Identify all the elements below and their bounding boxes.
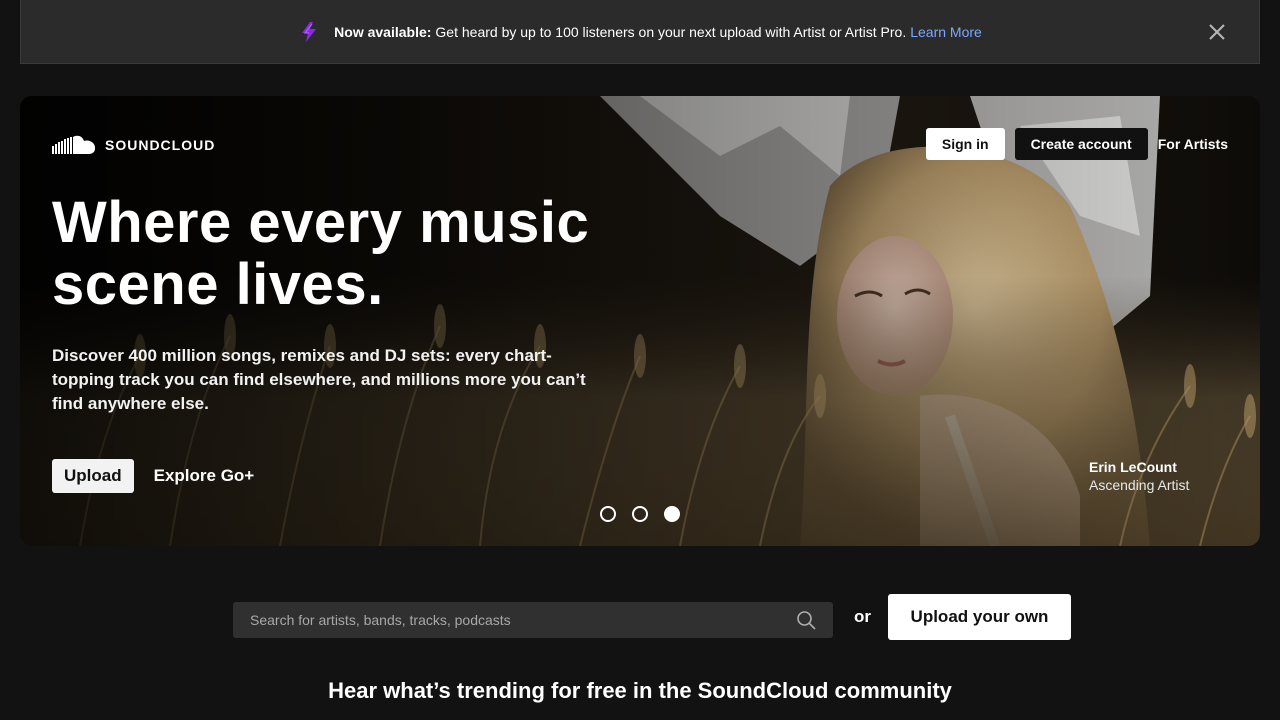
- carousel-dot[interactable]: [632, 506, 648, 522]
- credit-artist-role: Ascending Artist: [1089, 477, 1190, 493]
- sign-in-button[interactable]: Sign in: [925, 128, 1005, 160]
- logo-text: SOUNDCLOUD: [105, 137, 216, 153]
- hero-title: Where every music scene lives.: [52, 192, 652, 316]
- header-nav: Sign in Create account For Artists: [925, 128, 1228, 160]
- credit-artist-name: Erin LeCount: [1089, 459, 1177, 475]
- create-account-button[interactable]: Create account: [1014, 128, 1148, 160]
- hero-actions: Upload Explore Go+: [52, 459, 254, 493]
- announcement-banner: Now available: Get heard by up to 100 li…: [20, 0, 1260, 64]
- banner-highlight: Now available:: [334, 23, 432, 40]
- carousel-dot[interactable]: [664, 506, 680, 522]
- banner-message: Get heard by up to 100 listeners on your…: [435, 23, 907, 40]
- explore-go-plus-link[interactable]: Explore Go+: [154, 466, 255, 486]
- search-row: or Upload your own: [233, 594, 1071, 640]
- search-box: [233, 602, 833, 638]
- trending-heading: Hear what’s trending for free in the Sou…: [328, 678, 952, 703]
- upload-your-own-button[interactable]: Upload your own: [888, 594, 1071, 640]
- for-artists-link[interactable]: For Artists: [1158, 136, 1228, 152]
- carousel-dot[interactable]: [600, 506, 616, 522]
- close-icon[interactable]: [1205, 20, 1229, 44]
- artist-credit: Erin LeCount Ascending Artist: [1089, 458, 1189, 494]
- search-input[interactable]: [233, 602, 833, 638]
- banner-content: Now available: Get heard by up to 100 li…: [298, 21, 982, 43]
- learn-more-link[interactable]: Learn More: [910, 24, 982, 40]
- lightning-bolt-icon: [302, 21, 317, 42]
- soundcloud-cloud-icon: [52, 135, 96, 154]
- upload-button[interactable]: Upload: [52, 459, 134, 493]
- hero-title-line1: Where every music: [52, 190, 590, 255]
- hero-banner: SOUNDCLOUD Sign in Create account For Ar…: [20, 96, 1260, 546]
- soundcloud-logo[interactable]: SOUNDCLOUD: [52, 134, 215, 156]
- or-label: or: [854, 607, 871, 626]
- carousel-indicators: [600, 506, 696, 522]
- hero-title-line2: scene lives.: [52, 252, 384, 317]
- search-icon[interactable]: [796, 610, 816, 630]
- hero-description: Discover 400 million songs, remixes and …: [52, 346, 586, 413]
